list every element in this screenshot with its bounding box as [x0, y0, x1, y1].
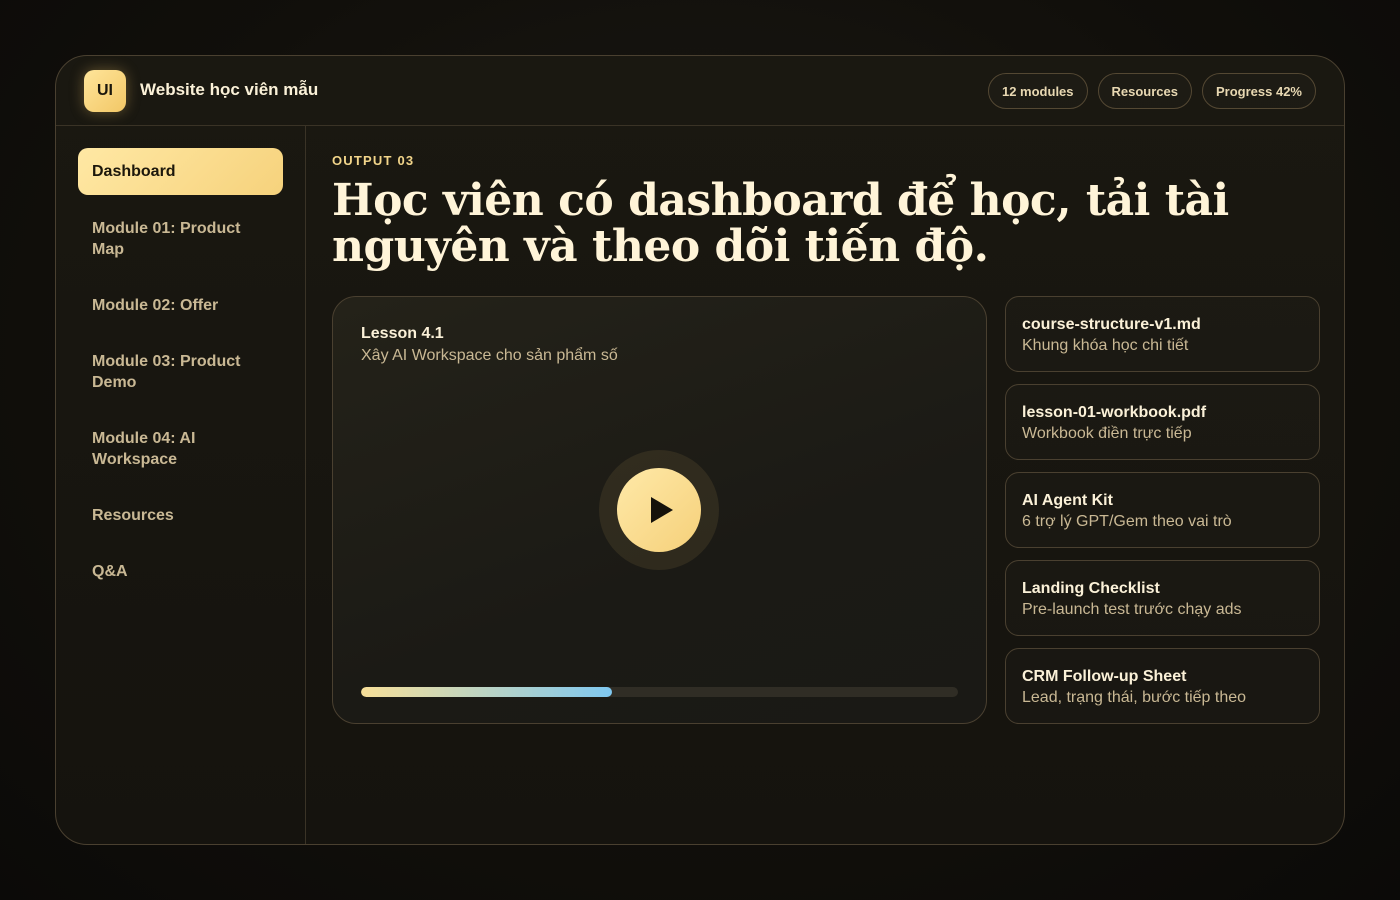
sidebar-item-label: Module 03: Product Demo	[92, 353, 241, 391]
main-content: OUTPUT 03 Học viên có dashboard để học, …	[307, 126, 1344, 844]
app-title: Website học viên mẫu	[140, 80, 319, 99]
resource-desc: Lead, trạng thái, bước tiếp theo	[1022, 689, 1247, 706]
resource-desc: Khung khóa học chi tiết	[1022, 337, 1189, 354]
app-logo: UI	[84, 70, 126, 112]
resource-card-workbook[interactable]: lesson-01-workbook.pdf Workbook điền trự…	[1005, 384, 1320, 460]
sidebar-item-label: Module 01: Product Map	[92, 220, 241, 258]
page-title: Học viên có dashboard để học, tải tài ng…	[332, 175, 1229, 272]
sidebar-item-module-01[interactable]: Module 01: Product Map	[78, 218, 283, 260]
sidebar-item-label: Q&A	[92, 563, 128, 580]
resource-name: CRM Follow-up Sheet	[1022, 668, 1187, 685]
resource-card-ai-agent-kit[interactable]: AI Agent Kit 6 trợ lý GPT/Gem theo vai t…	[1005, 472, 1320, 548]
play-button-ring	[599, 450, 719, 570]
resource-name: lesson-01-workbook.pdf	[1022, 404, 1207, 421]
app-window: UI Website học viên mẫu 12 modules Resou…	[55, 55, 1345, 845]
lesson-progress-fill	[361, 687, 612, 697]
sidebar-item-dashboard[interactable]: Dashboard	[78, 148, 283, 195]
sidebar-item-module-04[interactable]: Module 04: AI Workspace	[78, 428, 283, 470]
top-bar: UI Website học viên mẫu 12 modules Resou…	[56, 56, 1344, 126]
resource-desc: 6 trợ lý GPT/Gem theo vai trò	[1022, 513, 1232, 530]
modules-count-pill[interactable]: 12 modules	[987, 73, 1088, 109]
section-eyebrow: OUTPUT 03	[332, 153, 415, 168]
sidebar: Dashboard Module 01: Product Map Module …	[56, 126, 306, 844]
progress-pill[interactable]: Progress 42%	[1202, 73, 1316, 109]
sidebar-item-module-02[interactable]: Module 02: Offer	[78, 295, 283, 316]
sidebar-item-label: Resources	[92, 507, 174, 524]
lesson-title: Lesson 4.1	[361, 325, 444, 342]
video-player[interactable]: Lesson 4.1 Xây AI Workspace cho sản phẩm…	[332, 296, 987, 724]
play-icon	[651, 497, 673, 523]
sidebar-item-resources[interactable]: Resources	[78, 505, 283, 526]
play-button[interactable]	[617, 468, 701, 552]
resource-card-course-structure[interactable]: course-structure-v1.md Khung khóa học ch…	[1005, 296, 1320, 372]
sidebar-item-qa[interactable]: Q&A	[78, 561, 283, 582]
resources-pill[interactable]: Resources	[1097, 73, 1192, 109]
sidebar-item-label: Module 02: Offer	[92, 297, 219, 314]
sidebar-item-label: Dashboard	[92, 163, 176, 180]
resource-desc: Pre-launch test trước chạy ads	[1022, 601, 1242, 618]
header-pills: 12 modules Resources Progress 42%	[987, 73, 1316, 109]
resource-name: course-structure-v1.md	[1022, 316, 1201, 333]
sidebar-item-label: Module 04: AI Workspace	[92, 430, 196, 468]
resource-name: Landing Checklist	[1022, 580, 1160, 597]
sidebar-item-module-03[interactable]: Module 03: Product Demo	[78, 351, 283, 393]
resource-card-landing-checklist[interactable]: Landing Checklist Pre-launch test trước …	[1005, 560, 1320, 636]
resource-card-crm-sheet[interactable]: CRM Follow-up Sheet Lead, trạng thái, bư…	[1005, 648, 1320, 724]
resource-desc: Workbook điền trực tiếp	[1022, 425, 1192, 442]
lesson-subtitle: Xây AI Workspace cho sản phẩm số	[361, 347, 618, 364]
lesson-progress-bar[interactable]	[361, 687, 958, 697]
resource-name: AI Agent Kit	[1022, 492, 1113, 509]
